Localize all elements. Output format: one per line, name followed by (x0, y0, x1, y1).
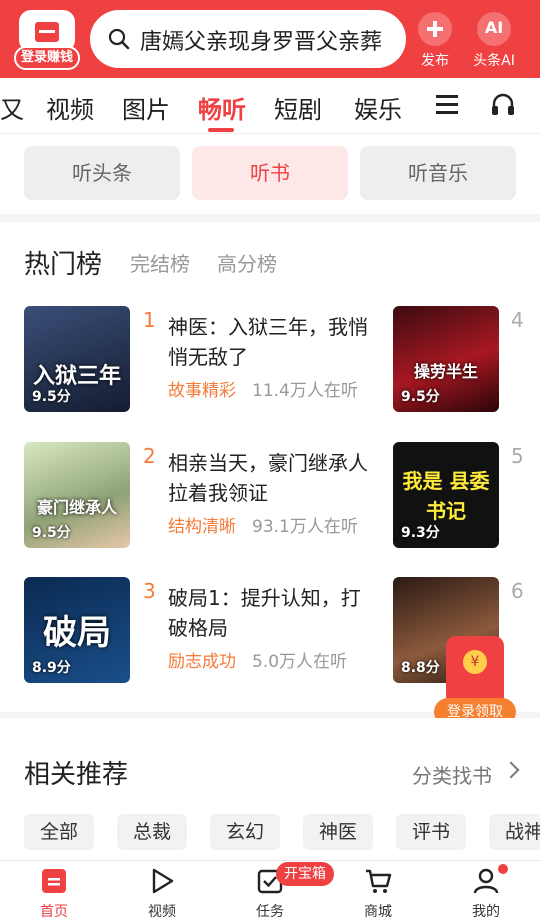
score-badge: 9.3分 (401, 525, 440, 541)
treasure-box-badge: 开宝箱 (276, 862, 334, 886)
nav-mine[interactable]: 我的 (446, 861, 526, 924)
play-icon (152, 868, 174, 894)
cart-icon (366, 869, 392, 893)
user-icon (473, 868, 499, 894)
listen-subtabs: 听头条 听书 听音乐 (0, 134, 540, 214)
book-tag: 励志成功 (168, 652, 236, 672)
tab-listen[interactable]: 畅听 (198, 90, 246, 125)
tab-video[interactable]: 视频 (46, 90, 94, 125)
home-icon (42, 869, 66, 893)
score-badge: 9.5分 (32, 389, 71, 405)
login-earn-label: 登录赚钱 (14, 46, 80, 70)
active-tab-indicator (208, 128, 234, 132)
bottom-nav: 首页 视频 任务 商城 我的 (0, 860, 540, 924)
notification-dot (498, 864, 508, 874)
nav-mall[interactable]: 商城 (338, 861, 418, 924)
listener-count: 11.4万人在听 (252, 381, 358, 401)
chip-all[interactable]: 全部 (24, 814, 95, 850)
listener-count: 93.1万人在听 (252, 517, 358, 537)
chip-fantasy[interactable]: 玄幻 (210, 814, 281, 850)
book-tag: 故事精彩 (168, 381, 236, 401)
rank-tab-finished[interactable]: 完结榜 (130, 248, 190, 277)
listener-count: 5.0万人在听 (252, 652, 348, 672)
red-envelope-icon: ¥ (446, 636, 504, 706)
login-reward-float[interactable]: ¥ 登录领取 (434, 636, 516, 728)
search-icon (108, 28, 130, 50)
headphone-icon[interactable] (490, 92, 516, 118)
score-badge: 9.5分 (401, 389, 440, 405)
rank-item[interactable]: 豪门继承人 9.5分 2 相亲当天，豪门继承人拉着我领证 结构清晰 93.1万人… (0, 442, 540, 552)
subtab-music[interactable]: 听音乐 (360, 146, 516, 200)
book-title: 神医：入狱三年，我悄悄无敌了 (168, 315, 368, 369)
book-cover[interactable]: 操劳半生 9.5分 (393, 306, 499, 412)
nav-home[interactable]: 首页 (14, 861, 94, 924)
chip-doctor[interactable]: 神医 (303, 814, 374, 850)
subtab-audiobook[interactable]: 听书 (192, 146, 348, 200)
search-query-text: 唐嫣父亲现身罗晋父亲葬 (140, 30, 383, 55)
rank-number: 3 (143, 579, 156, 603)
rank-item[interactable]: 入狱三年 9.5分 1 神医：入狱三年，我悄悄无敌了 故事精彩 11.4万人在听… (0, 306, 540, 416)
search-bar[interactable]: 唐嫣父亲现身罗晋父亲葬 (90, 10, 406, 68)
publish-label: 发布 (421, 53, 449, 69)
rank-tab-hot[interactable]: 热门榜 (24, 244, 102, 281)
ai-icon: AI (477, 12, 511, 46)
top-header: 登录赚钱 唐嫣父亲现身罗晋父亲葬 发布 AI 头条AI (0, 0, 540, 78)
chevron-right-icon (502, 761, 520, 779)
tab-short-drama[interactable]: 短剧 (274, 90, 322, 125)
channel-tabs: 又 视频 图片 畅听 短剧 娱乐 (0, 78, 540, 134)
chip-war-god[interactable]: 战神 (489, 814, 540, 850)
rank-number: 4 (511, 308, 524, 332)
menu-icon[interactable] (436, 95, 458, 115)
ai-label: 头条AI (473, 53, 515, 69)
rank-number: 5 (511, 444, 524, 468)
section-title: 相关推荐 (24, 760, 129, 790)
ai-button[interactable]: AI 头条AI (464, 12, 524, 70)
rank-number: 1 (143, 308, 156, 332)
book-tag: 结构清晰 (168, 517, 236, 537)
score-badge: 9.5分 (32, 525, 71, 541)
plus-icon (418, 12, 452, 46)
score-badge: 8.9分 (32, 660, 71, 676)
book-title: 相亲当天，豪门继承人拉着我领证 (168, 451, 368, 505)
tab-entertainment[interactable]: 娱乐 (354, 90, 402, 125)
book-cover[interactable]: 我是 县委书记 9.3分 (393, 442, 499, 548)
category-link[interactable]: 分类找书 (412, 760, 492, 789)
chip-storytelling[interactable]: 评书 (396, 814, 467, 850)
book-title: 破局1：提升认知，打破格局 (168, 586, 361, 640)
tab-partial[interactable]: 又 (0, 90, 24, 125)
publish-button[interactable]: 发布 (405, 12, 465, 70)
rank-tab-top-rated[interactable]: 高分榜 (217, 248, 277, 277)
subtab-listen-headlines[interactable]: 听头条 (24, 146, 180, 200)
book-cover: 豪门继承人 9.5分 (24, 442, 130, 548)
book-cover: 破局 8.9分 (24, 577, 130, 683)
book-cover: 入狱三年 9.5分 (24, 306, 130, 412)
app-logo-button[interactable]: 登录赚钱 (14, 10, 80, 70)
nav-video[interactable]: 视频 (122, 861, 202, 924)
chip-ceo[interactable]: 总裁 (117, 814, 188, 850)
tab-pictures[interactable]: 图片 (122, 90, 170, 125)
rank-number: 6 (511, 579, 524, 603)
recommend-section: 相关推荐 分类找书 全部 总裁 玄幻 神医 评书 战神 (0, 718, 540, 860)
rank-number: 2 (143, 444, 156, 468)
